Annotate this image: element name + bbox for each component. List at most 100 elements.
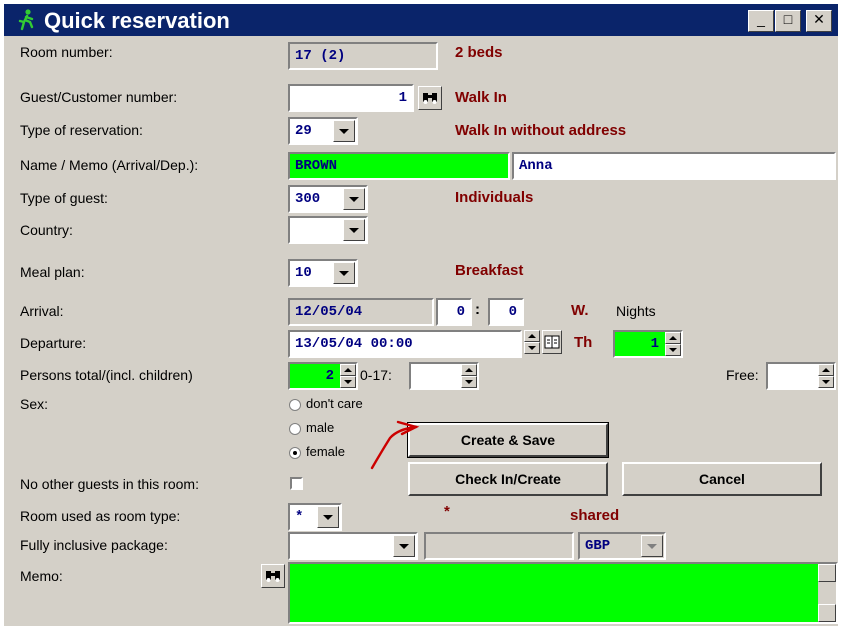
- arrival-hour-field[interactable]: 0: [436, 298, 472, 326]
- room-number-label: Room number:: [20, 44, 113, 60]
- free-spinner[interactable]: [818, 364, 834, 388]
- reservation-type-label: Type of reservation:: [20, 122, 143, 138]
- package-select[interactable]: [288, 532, 418, 560]
- minimize-icon: _: [757, 11, 765, 27]
- guest-search-button[interactable]: [418, 86, 442, 110]
- room-type-desc: shared: [570, 507, 620, 524]
- minimize-button[interactable]: _: [748, 10, 774, 32]
- room-beds-info: 2 beds: [455, 44, 503, 61]
- meal-plan-desc: Breakfast: [455, 262, 524, 279]
- no-other-guests-label: No other guests in this room:: [20, 476, 199, 492]
- chevron-down-icon[interactable]: [641, 535, 663, 557]
- sex-option-male: male: [306, 420, 335, 435]
- maximize-icon: □: [783, 11, 793, 27]
- check-in-button[interactable]: Check In/Create: [408, 462, 608, 496]
- country-label: Country:: [20, 222, 73, 238]
- currency-value: GBP: [585, 538, 611, 554]
- memo-scrollbar[interactable]: [818, 564, 836, 622]
- sex-radio-male[interactable]: [289, 423, 301, 435]
- currency-select[interactable]: GBP: [578, 532, 666, 560]
- window-title: Quick reservation: [44, 8, 230, 33]
- departure-spinner[interactable]: [524, 330, 540, 354]
- sex-option-dont-care: don't care: [306, 396, 363, 411]
- memo-search-button[interactable]: [261, 564, 285, 588]
- children-range-label: 0-17:: [360, 367, 392, 383]
- create-save-button[interactable]: Create & Save: [407, 422, 609, 458]
- meal-plan-value: 10: [295, 265, 312, 281]
- annotation-arrow: [370, 420, 420, 470]
- chevron-down-icon[interactable]: [317, 506, 339, 528]
- departure-label: Departure:: [20, 335, 87, 351]
- quick-reservation-window: Quick reservation _ □ ✕ Room number: 17 …: [0, 0, 842, 630]
- maximize-button[interactable]: □: [775, 10, 801, 32]
- room-type-value: *: [295, 509, 304, 525]
- departure-field[interactable]: 13/05/04 00:00: [288, 330, 522, 358]
- name-memo-label: Name / Memo (Arrival/Dep.):: [20, 157, 199, 173]
- calendar-button[interactable]: [542, 330, 562, 354]
- first-name-field[interactable]: Anna: [512, 152, 836, 180]
- check-in-label: Check In/Create: [455, 471, 561, 487]
- persons-field[interactable]: 2: [288, 362, 358, 390]
- cancel-label: Cancel: [699, 471, 745, 487]
- no-other-guests-checkbox[interactable]: [290, 477, 303, 490]
- persons-label: Persons total/(incl. children): [20, 367, 193, 383]
- room-type-select[interactable]: *: [288, 503, 342, 531]
- sex-radio-dont-care[interactable]: [289, 399, 301, 411]
- title-bar[interactable]: Quick reservation _ □ ✕: [4, 4, 838, 36]
- room-number-field[interactable]: 17 (2): [288, 42, 438, 70]
- nights-spinner[interactable]: [665, 332, 681, 356]
- binoculars-icon: [423, 93, 437, 104]
- persons-value: 2: [325, 368, 334, 384]
- guest-type-value: 300: [295, 191, 321, 207]
- arrival-date-field[interactable]: 12/05/04: [288, 298, 434, 326]
- calendar-icon: [544, 335, 560, 349]
- free-label: Free:: [726, 367, 759, 383]
- reservation-type-desc: Walk In without address: [455, 122, 627, 139]
- create-save-label: Create & Save: [460, 432, 556, 448]
- country-select[interactable]: [288, 216, 368, 244]
- chevron-down-icon[interactable]: [343, 219, 365, 241]
- reservation-type-select[interactable]: 29: [288, 117, 358, 145]
- sex-option-female: female: [306, 444, 346, 459]
- meal-plan-select[interactable]: 10: [288, 259, 358, 287]
- room-type-label: Room used as room type:: [20, 508, 181, 524]
- guest-number-label: Guest/Customer number:: [20, 89, 178, 105]
- nights-value: 1: [650, 336, 659, 352]
- close-button[interactable]: ✕: [806, 10, 832, 32]
- nights-label: Nights: [616, 303, 656, 319]
- walking-person-icon: [18, 9, 34, 31]
- memo-textarea[interactable]: [288, 562, 838, 624]
- sex-radio-female[interactable]: [289, 447, 301, 459]
- chevron-down-icon[interactable]: [343, 188, 365, 210]
- close-icon: ✕: [813, 11, 825, 27]
- cancel-button[interactable]: Cancel: [622, 462, 822, 496]
- form-area: Room number: 17 (2) 2 beds Guest/Custome…: [4, 36, 838, 626]
- chevron-down-icon[interactable]: [333, 120, 355, 142]
- memo-label: Memo:: [20, 568, 63, 584]
- nights-field[interactable]: 1: [613, 330, 683, 358]
- chevron-down-icon[interactable]: [393, 535, 415, 557]
- meal-plan-label: Meal plan:: [20, 264, 85, 280]
- guest-name-info: Walk In: [455, 89, 507, 106]
- guest-type-label: Type of guest:: [20, 190, 108, 206]
- last-name-field[interactable]: BROWN: [288, 152, 510, 180]
- scroll-up-icon[interactable]: [818, 564, 836, 582]
- arrival-weekday: W.: [571, 302, 589, 319]
- binoculars-icon: [266, 571, 280, 582]
- guest-type-select[interactable]: 300: [288, 185, 368, 213]
- persons-spinner[interactable]: [340, 364, 356, 388]
- free-field[interactable]: [766, 362, 836, 390]
- children-spinner[interactable]: [461, 364, 477, 388]
- room-type-mark: *: [444, 503, 450, 520]
- package-price-field[interactable]: [424, 532, 574, 560]
- sex-label: Sex:: [20, 396, 49, 412]
- chevron-down-icon[interactable]: [333, 262, 355, 284]
- arrival-minute-field[interactable]: 0: [488, 298, 524, 326]
- scroll-down-icon[interactable]: [818, 604, 836, 622]
- guest-type-desc: Individuals: [455, 189, 534, 206]
- reservation-type-value: 29: [295, 123, 312, 139]
- departure-weekday: Th: [574, 334, 593, 351]
- guest-number-field[interactable]: 1: [288, 84, 414, 112]
- children-field[interactable]: [409, 362, 479, 390]
- package-label: Fully inclusive package:: [20, 537, 168, 553]
